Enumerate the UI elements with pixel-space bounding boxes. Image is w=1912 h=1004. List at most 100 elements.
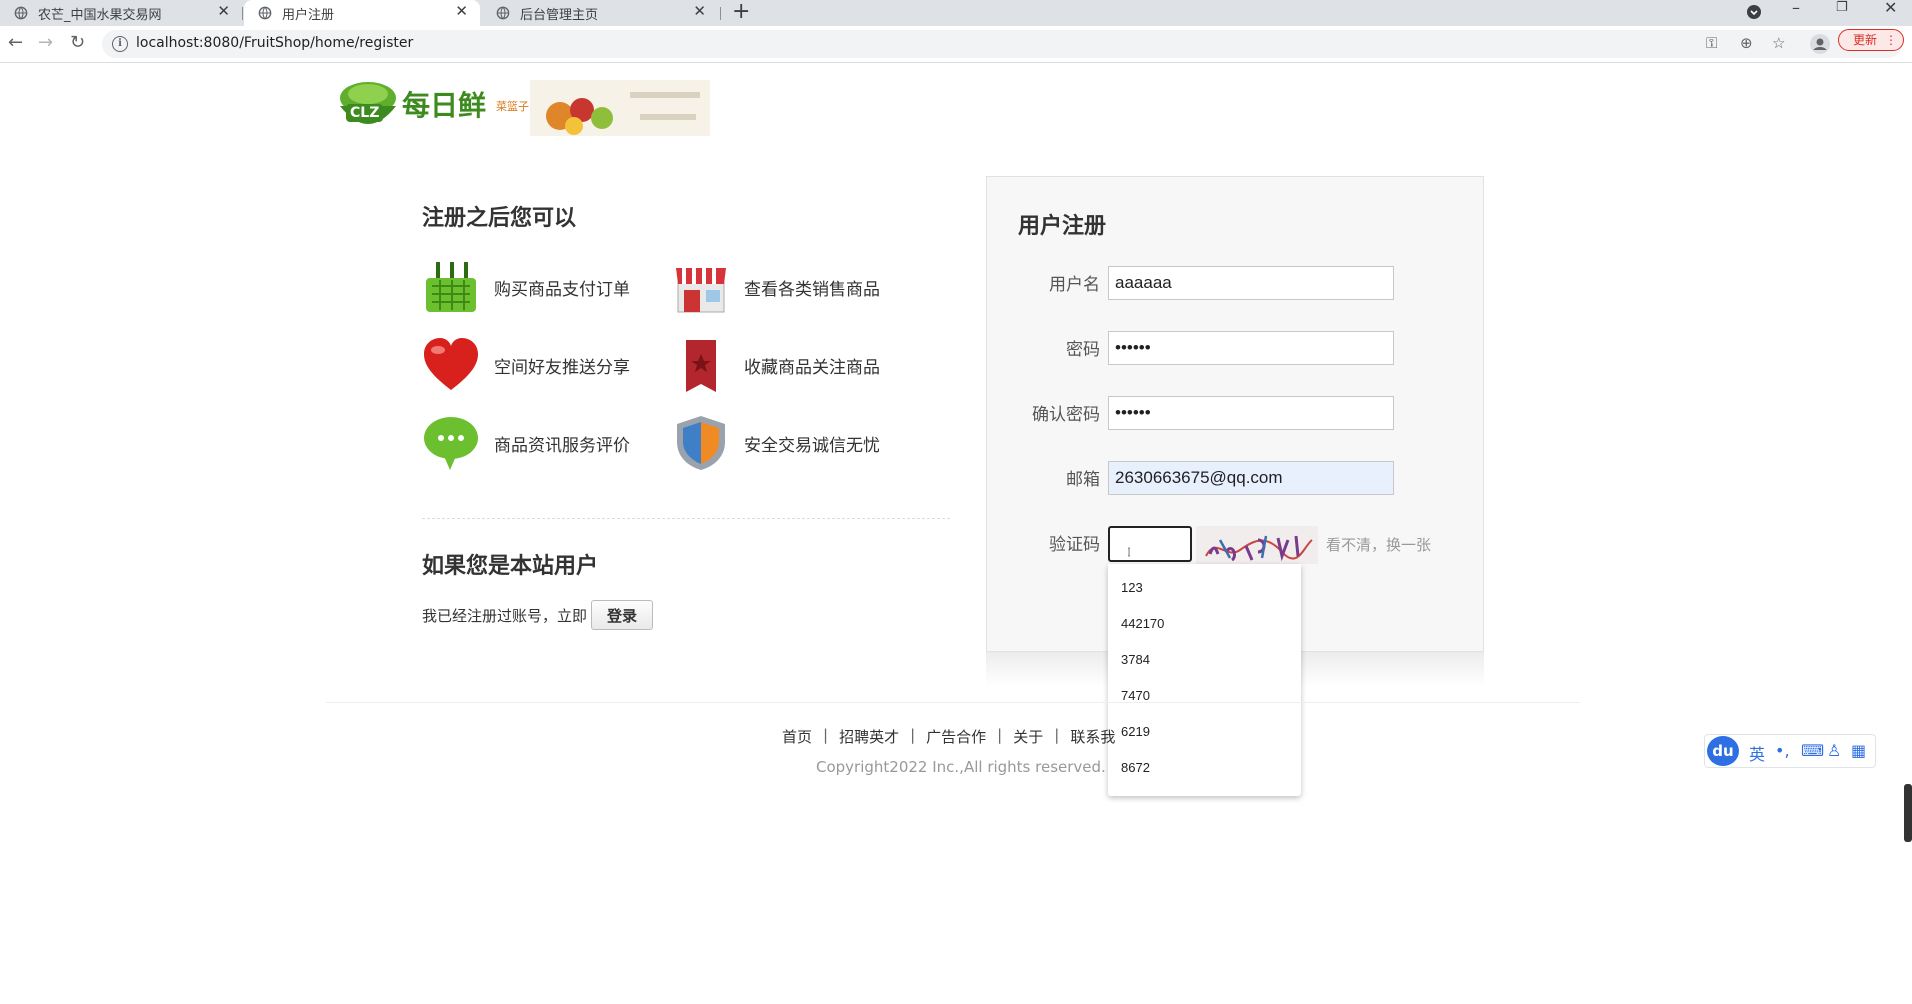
profile-avatar-icon[interactable] bbox=[1810, 34, 1830, 54]
zoom-icon[interactable]: ⊕ bbox=[1740, 34, 1753, 52]
captcha-image[interactable] bbox=[1196, 526, 1318, 564]
username-field[interactable] bbox=[1108, 266, 1394, 300]
address-bar[interactable]: i localhost:8080/FruitShop/home/register… bbox=[102, 30, 1902, 58]
benefit-item: 查看各类销售商品 bbox=[672, 258, 880, 316]
footer-link-ads[interactable]: 广告合作 bbox=[926, 726, 986, 747]
autocomplete-option[interactable]: 6219 bbox=[1121, 724, 1150, 739]
ime-toolbar[interactable]: du 英 •, ⌨ ♙ ▦ bbox=[1704, 734, 1876, 768]
window-close-icon[interactable]: ✕ bbox=[1884, 0, 1897, 17]
login-button[interactable]: 登录 bbox=[591, 600, 654, 630]
key-icon[interactable]: ⚿ bbox=[1706, 34, 1717, 52]
footer-link-contact[interactable]: 联系我 bbox=[1070, 726, 1115, 747]
tab-title: 农芒_中国水果交易网 bbox=[38, 7, 162, 23]
benefit-label: 查看各类销售商品 bbox=[744, 279, 880, 300]
benefit-item: 购买商品支付订单 bbox=[422, 258, 630, 316]
password-field[interactable] bbox=[1108, 331, 1394, 365]
forward-arrow-icon[interactable]: → bbox=[38, 32, 53, 53]
autocomplete-option[interactable]: 3784 bbox=[1121, 652, 1150, 667]
captcha-input[interactable] bbox=[1108, 526, 1192, 562]
shield-icon bbox=[677, 416, 725, 470]
confirm-password-field[interactable] bbox=[1108, 396, 1394, 430]
basket-icon bbox=[426, 262, 476, 312]
globe-icon bbox=[14, 6, 28, 20]
bookmark-star-icon[interactable]: ☆ bbox=[1772, 34, 1785, 52]
footer-link-home[interactable]: 首页 bbox=[782, 726, 812, 747]
section-divider bbox=[422, 518, 950, 519]
email-label: 邮箱 bbox=[1066, 470, 1100, 490]
footer-separator: | bbox=[1054, 726, 1060, 744]
globe-icon bbox=[258, 6, 272, 20]
reload-icon[interactable]: ↻ bbox=[70, 32, 85, 53]
restore-icon[interactable]: ❐ bbox=[1836, 0, 1848, 15]
autocomplete-option[interactable]: 8672 bbox=[1121, 760, 1150, 775]
benefit-label: 购买商品支付订单 bbox=[494, 279, 630, 300]
ime-logo[interactable]: du bbox=[1707, 736, 1739, 766]
footer-link-jobs[interactable]: 招聘英才 bbox=[839, 726, 899, 747]
benefit-label: 收藏商品关注商品 bbox=[744, 357, 880, 378]
benefit-label: 安全交易诚信无忧 bbox=[744, 435, 880, 456]
tab-search-icon[interactable] bbox=[1746, 4, 1762, 20]
fruit-banner-image bbox=[530, 80, 710, 136]
footer-divider bbox=[326, 702, 1580, 703]
footer-links: 首页 | 招聘英才 | 广告合作 | 关于 | 联系我 bbox=[782, 726, 1115, 747]
login-prompt-row: 我已经注册过账号，立即 登录 bbox=[422, 600, 654, 630]
ime-language-toggle[interactable]: 英 bbox=[1749, 741, 1765, 765]
footer-separator: | bbox=[997, 726, 1003, 744]
heart-icon bbox=[424, 338, 478, 390]
punctuation-icon[interactable]: •, bbox=[1775, 741, 1790, 760]
footer-separator: | bbox=[823, 726, 829, 744]
site-logo[interactable]: CLZ 每日鲜 菜篮子 bbox=[334, 76, 710, 138]
browser-toolbar: ← → ↻ i localhost:8080/FruitShop/home/re… bbox=[0, 26, 1912, 63]
autocomplete-option[interactable]: 7470 bbox=[1121, 688, 1150, 703]
benefit-item: 空间好友推送分享 bbox=[422, 336, 630, 394]
tab-title: 后台管理主页 bbox=[520, 7, 599, 23]
footer-separator: | bbox=[910, 726, 916, 744]
existing-user-title: 如果您是本站用户 bbox=[422, 554, 599, 579]
new-tab-plus-icon[interactable]: + bbox=[732, 0, 750, 24]
autocomplete-option[interactable]: 123 bbox=[1121, 580, 1143, 595]
login-prompt-text: 我已经注册过账号，立即 bbox=[422, 606, 588, 625]
user-icon[interactable]: ♙ bbox=[1827, 741, 1841, 760]
tab-separator bbox=[242, 7, 243, 20]
captcha-refresh-link[interactable]: 看不清，换一张 bbox=[1326, 534, 1431, 555]
browser-update-button[interactable]: 更新 ⋮ bbox=[1838, 29, 1904, 51]
autocomplete-option[interactable]: 442170 bbox=[1121, 616, 1164, 631]
browser-tab-strip: 农芒_中国水果交易网 ✕ 用户注册 ✕ 后台管理主页 ✕ + – ❐ ✕ bbox=[0, 0, 1912, 26]
copyright-text: Copyright2022 Inc.,All rights reserved. bbox=[816, 758, 1106, 776]
close-icon[interactable]: ✕ bbox=[693, 2, 706, 20]
tab-admin[interactable]: 后台管理主页 ✕ bbox=[482, 0, 718, 26]
url-text: localhost:8080/FruitShop/home/register bbox=[136, 35, 414, 51]
benefit-item: 收藏商品关注商品 bbox=[672, 336, 880, 394]
confirm-password-label: 确认密码 bbox=[1032, 405, 1100, 425]
store-icon bbox=[676, 268, 726, 313]
captcha-label: 验证码 bbox=[1049, 535, 1100, 555]
tab-separator bbox=[720, 7, 721, 20]
minimize-icon[interactable]: – bbox=[1792, 0, 1800, 17]
close-icon[interactable]: ✕ bbox=[217, 2, 230, 20]
benefits-title: 注册之后您可以 bbox=[422, 206, 577, 231]
logo-subtitle: 菜篮子 bbox=[496, 100, 529, 113]
benefit-label: 空间好友推送分享 bbox=[494, 357, 630, 378]
benefit-item: 商品资讯服务评价 bbox=[422, 414, 630, 472]
logo-name: 每日鲜 bbox=[402, 89, 487, 122]
register-title: 用户注册 bbox=[1018, 214, 1107, 239]
site-info-icon[interactable]: i bbox=[112, 36, 128, 52]
tab-register[interactable]: 用户注册 ✕ bbox=[244, 0, 480, 26]
email-field[interactable] bbox=[1108, 461, 1394, 495]
password-label: 密码 bbox=[1066, 340, 1100, 360]
bookmark-icon bbox=[686, 340, 716, 392]
text-cursor-icon bbox=[1128, 547, 1130, 557]
close-icon[interactable]: ✕ bbox=[455, 2, 468, 20]
more-vert-icon: ⋮ bbox=[1885, 33, 1897, 47]
logo-badge: CLZ bbox=[346, 104, 384, 122]
footer-link-about[interactable]: 关于 bbox=[1013, 726, 1043, 747]
tab-nongmang[interactable]: 农芒_中国水果交易网 ✕ bbox=[0, 0, 242, 26]
side-scroll-handle[interactable] bbox=[1904, 784, 1912, 842]
benefits-section: 注册之后您可以 bbox=[422, 200, 952, 232]
back-arrow-icon[interactable]: ← bbox=[8, 32, 23, 53]
globe-icon bbox=[496, 6, 510, 20]
chat-bubble-icon bbox=[424, 417, 478, 470]
benefit-item: 安全交易诚信无忧 bbox=[672, 414, 880, 472]
keyboard-icon[interactable]: ⌨ bbox=[1801, 741, 1824, 760]
grid-menu-icon[interactable]: ▦ bbox=[1851, 741, 1866, 760]
